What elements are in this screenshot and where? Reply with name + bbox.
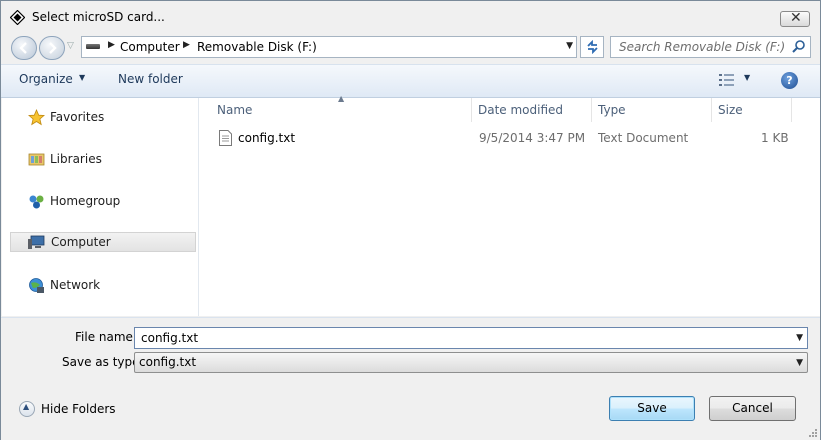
recent-pages-chevron-icon[interactable]: ▽ xyxy=(67,41,74,51)
file-name-label: File name: xyxy=(75,330,137,344)
save-dialog-window: Select microSD card... ✕ ▽ ▶ Computer ▶ … xyxy=(0,0,821,440)
address-bar[interactable]: ▶ Computer ▶ Removable Disk (F:) ▼ xyxy=(81,36,577,58)
libraries-icon xyxy=(28,153,45,166)
close-icon: ✕ xyxy=(790,10,802,26)
drive-icon xyxy=(86,44,100,49)
breadcrumb-chevron-icon[interactable]: ▶ xyxy=(183,40,190,50)
hide-folders-label: Hide Folders xyxy=(41,402,116,416)
save-button[interactable]: Save xyxy=(609,396,695,421)
star-icon xyxy=(28,109,45,126)
file-name-input[interactable] xyxy=(139,330,783,346)
file-name-field[interactable]: ▼ xyxy=(134,327,808,349)
network-icon xyxy=(29,278,44,293)
sidebar-item-libraries[interactable]: Libraries xyxy=(10,149,196,169)
breadcrumb-chevron-icon[interactable]: ▶ xyxy=(108,40,115,50)
sidebar-item-label: Favorites xyxy=(50,110,105,124)
save-as-type-value: config.txt xyxy=(139,355,197,369)
resize-grip-icon[interactable] xyxy=(808,428,818,438)
back-button[interactable] xyxy=(11,36,37,60)
help-button[interactable]: ? xyxy=(781,72,798,89)
dialog-footer: File name: ▼ Save as type: config.txt ▼ … xyxy=(1,317,820,440)
app-icon xyxy=(10,10,25,25)
navigation-bar: ▽ ▶ Computer ▶ Removable Disk (F:) ▼ Sea… xyxy=(1,35,820,61)
sidebar-item-favorites[interactable]: Favorites xyxy=(10,107,196,127)
address-dropdown-icon[interactable]: ▼ xyxy=(566,41,573,51)
view-dropdown-icon[interactable]: ▼ xyxy=(744,73,750,82)
search-icon[interactable] xyxy=(791,39,807,55)
homegroup-icon xyxy=(29,195,44,209)
computer-icon xyxy=(28,235,45,249)
view-options-icon[interactable] xyxy=(719,74,735,86)
navigation-pane: Favorites Libraries Homegroup Computer N… xyxy=(2,98,199,316)
sidebar-item-label: Libraries xyxy=(50,152,102,166)
column-header-size[interactable]: Size xyxy=(712,98,792,122)
organize-button[interactable]: Organize xyxy=(19,72,73,86)
column-header-type[interactable]: Type xyxy=(592,98,712,122)
forward-button[interactable] xyxy=(39,36,65,60)
text-file-icon xyxy=(219,130,232,146)
new-folder-button[interactable]: New folder xyxy=(118,72,183,86)
size-cell: 1 KB xyxy=(761,131,789,145)
save-as-type-select[interactable]: config.txt ▼ xyxy=(134,352,808,373)
search-box[interactable]: Search Removable Disk (F:) xyxy=(610,36,811,58)
breadcrumb-drive[interactable]: Removable Disk (F:) xyxy=(197,40,317,54)
close-button[interactable]: ✕ xyxy=(780,10,810,27)
file-list: ▲ Name Date modified Type Size config.tx… xyxy=(199,94,820,316)
file-name-cell: config.txt xyxy=(238,131,296,145)
type-cell: Text Document xyxy=(598,131,689,145)
save-as-type-label: Save as type: xyxy=(62,355,144,369)
search-placeholder: Search Removable Disk (F:) xyxy=(619,40,786,54)
sidebar-item-homegroup[interactable]: Homegroup xyxy=(10,191,196,211)
sidebar-item-label: Computer xyxy=(51,235,111,249)
breadcrumb-computer[interactable]: Computer xyxy=(120,40,180,54)
table-row[interactable]: config.txt 9/5/2014 3:47 PM Text Documen… xyxy=(213,128,803,150)
date-modified-cell: 9/5/2014 3:47 PM xyxy=(479,131,586,145)
chevron-down-icon[interactable]: ▼ xyxy=(796,358,803,368)
sidebar-item-network[interactable]: Network xyxy=(10,275,196,295)
file-name-dropdown-icon[interactable]: ▼ xyxy=(796,333,803,343)
refresh-button[interactable] xyxy=(580,36,604,58)
back-arrow-icon xyxy=(19,42,27,54)
column-header-name[interactable]: Name xyxy=(211,98,472,122)
window-title: Select microSD card... xyxy=(32,10,165,24)
sidebar-item-label: Homegroup xyxy=(50,194,121,208)
command-bar: Organize ▼ New folder ▼ ? xyxy=(1,64,820,98)
collapse-up-icon: ▲ xyxy=(19,401,35,417)
chevron-down-icon[interactable]: ▼ xyxy=(79,73,85,82)
column-header-date-modified[interactable]: Date modified xyxy=(472,98,592,122)
sidebar-item-label: Network xyxy=(50,278,101,292)
title-bar: Select microSD card... ✕ xyxy=(1,1,820,35)
refresh-icon xyxy=(587,40,598,54)
forward-arrow-icon xyxy=(49,42,57,54)
cancel-button[interactable]: Cancel xyxy=(709,396,796,421)
sidebar-item-computer[interactable]: Computer xyxy=(10,232,196,252)
